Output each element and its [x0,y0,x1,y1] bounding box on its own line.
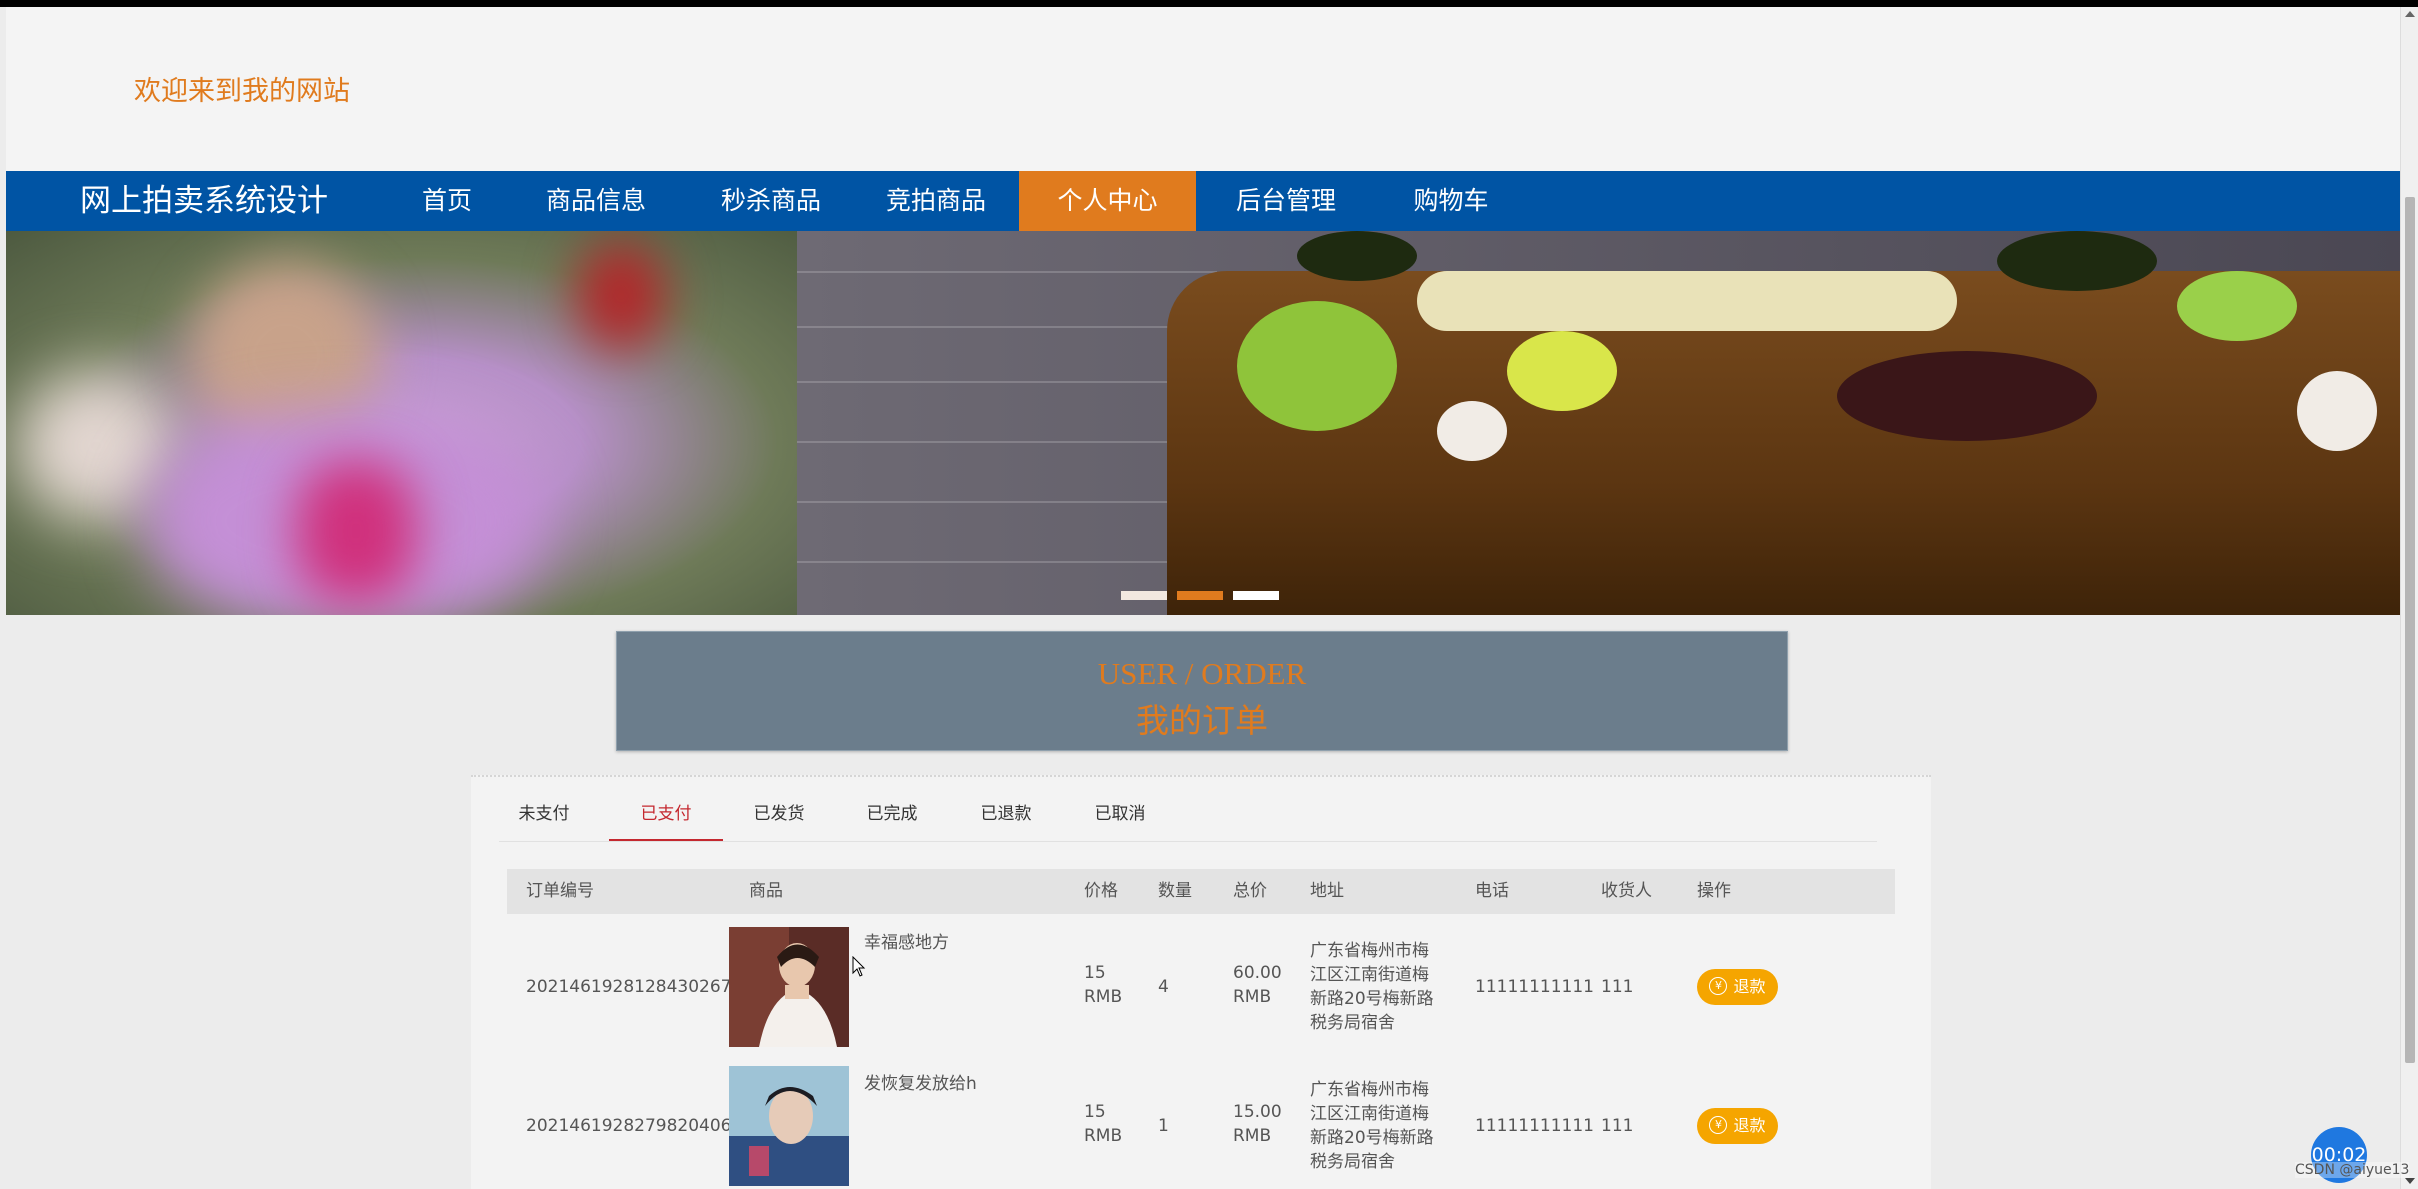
carousel-dot-2-active[interactable] [1177,591,1223,600]
col-address: 地址 [1310,881,1344,901]
order-table-header: 订单编号 商品 价格 数量 总价 地址 电话 收货人 操作 [507,869,1895,914]
page-scrollbar[interactable] [2400,7,2418,1189]
nav-personal-center[interactable]: 个人中心 [1019,171,1196,231]
price-amount: 15 [1084,1102,1106,1122]
product-name[interactable]: 幸福感地方 [864,931,949,955]
tab-shipped[interactable]: 已发货 [724,799,834,839]
col-action: 操作 [1697,881,1731,901]
address-line: 新路20号梅新路 [1310,1128,1434,1148]
carousel-dot-3[interactable] [1233,591,1279,600]
tab-paid[interactable]: 已支付 [609,799,723,841]
banner-image-blurred [6,231,797,615]
nav-admin[interactable]: 后台管理 [1206,171,1366,231]
table-row: 2021461928128430267 幸福感地方 15 RMB 4 60.00… [507,921,1895,1061]
order-number: 2021461928279820406 [526,1116,732,1136]
nav-home[interactable]: 首页 [392,171,502,231]
receiver: 111 [1601,977,1634,997]
scroll-down-arrow-icon[interactable] [2405,1178,2415,1184]
order-number: 2021461928128430267 [526,977,732,997]
order-panel: 未支付 已支付 已发货 已完成 已退款 已取消 订单编号 商品 价格 数量 总价… [471,775,1931,1189]
col-price: 价格 [1084,881,1118,901]
nav-auction[interactable]: 竞拍商品 [856,171,1016,231]
main-nav: 网上拍卖系统设计 首页 商品信息 秒杀商品 竞拍商品 个人中心 后台管理 购物车 [6,171,2400,231]
product-thumbnail[interactable] [729,927,849,1047]
table-row: 2021461928279820406 发恢复发放给h 15 RMB 1 15.… [507,1062,1895,1189]
price-unit: RMB [1084,987,1123,1007]
price-unit: RMB [1084,1126,1123,1146]
banner-image-food [797,231,2400,615]
order-header-en: USER / ORDER [1097,656,1307,691]
nav-cart[interactable]: 购物车 [1376,171,1526,231]
top-header: 欢迎来到我的网站 [6,7,2400,171]
address-line: 广东省梅州市梅 [1310,1080,1429,1100]
address-line: 江区江南街道梅 [1310,965,1429,985]
yen-icon: ¥ [1709,977,1728,995]
tab-unpaid[interactable]: 未支付 [499,799,589,839]
phone: 11111111111 [1475,1116,1594,1136]
refund-button[interactable]: ¥ 退款 [1697,1108,1778,1144]
nav-product-info[interactable]: 商品信息 [516,171,676,231]
nav-flash-sale[interactable]: 秒杀商品 [691,171,851,231]
phone: 11111111111 [1475,977,1594,997]
banner-carousel[interactable] [6,231,2400,615]
carousel-dot-1[interactable] [1121,591,1167,600]
quantity: 4 [1158,977,1169,997]
order-header-cn: 我的订单 [1136,704,1268,740]
col-qty: 数量 [1158,881,1192,901]
address-line: 税务局宿舍 [1310,1152,1395,1172]
col-order-no: 订单编号 [526,881,594,901]
address-line: 税务局宿舍 [1310,1013,1395,1033]
address-line: 江区江南街道梅 [1310,1104,1429,1124]
receiver: 111 [1601,1116,1634,1136]
page-viewport: 欢迎来到我的网站 网上拍卖系统设计 首页 商品信息 秒杀商品 竞拍商品 个人中心… [0,7,2400,1189]
col-total: 总价 [1233,881,1267,901]
col-phone: 电话 [1475,881,1509,901]
col-receiver: 收货人 [1601,881,1652,901]
total-unit: RMB [1233,987,1272,1007]
yen-icon: ¥ [1709,1116,1728,1134]
product-name[interactable]: 发恢复发放给h [864,1072,977,1096]
total-unit: RMB [1233,1126,1272,1146]
scroll-up-arrow-icon[interactable] [2405,11,2415,17]
address-line: 广东省梅州市梅 [1310,941,1429,961]
order-section-header: USER / ORDER 我的订单 [616,631,1788,751]
product-thumbnail[interactable] [729,1066,849,1186]
refund-label: 退款 [1733,977,1766,996]
address-line: 新路20号梅新路 [1310,989,1434,1009]
tab-refunded[interactable]: 已退款 [951,799,1061,839]
site-title: 网上拍卖系统设计 [80,183,328,219]
price-amount: 15 [1084,963,1106,983]
total-amount: 15.00 [1233,1102,1282,1122]
order-status-tabs: 未支付 已支付 已发货 已完成 已退款 已取消 [499,777,1877,842]
tab-completed[interactable]: 已完成 [837,799,947,839]
total-amount: 60.00 [1233,963,1282,983]
tab-cancelled[interactable]: 已取消 [1065,799,1175,839]
quantity: 1 [1158,1116,1169,1136]
mouse-cursor-icon [852,956,866,977]
welcome-text: 欢迎来到我的网站 [134,76,350,107]
watermark: CSDN @aiyue13 [2295,1162,2410,1178]
refund-button[interactable]: ¥ 退款 [1697,969,1778,1005]
col-product: 商品 [749,881,783,901]
refund-label: 退款 [1733,1116,1766,1135]
scroll-thumb[interactable] [2405,197,2415,1063]
